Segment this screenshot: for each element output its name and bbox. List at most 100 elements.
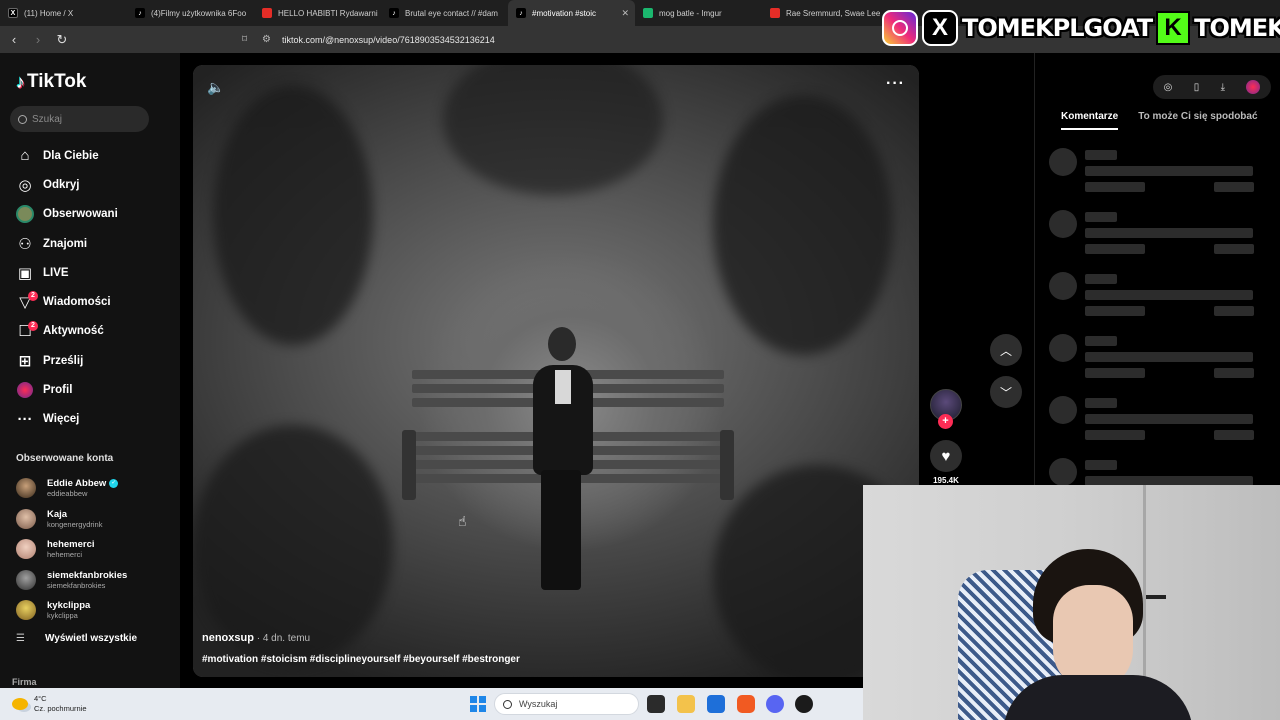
footer-company-link[interactable]: Firma (12, 677, 37, 687)
phone-icon[interactable]: ▯ (1194, 82, 1200, 93)
weather-widget[interactable]: 4°C Cz. pochmurnie (12, 694, 87, 714)
bookmark-icon[interactable]: ⌑ (242, 34, 254, 45)
screen: X (11) Home / X ♪ (4)Filmy użytkownika 6… (0, 0, 1280, 720)
sidebar-item-label: Profil (43, 384, 73, 397)
video-author[interactable]: nenoxsup (202, 632, 254, 644)
download-icon[interactable]: ⤓ (1221, 82, 1225, 93)
brave-browser-icon[interactable] (737, 695, 755, 713)
browser-tab-active[interactable]: ♪ #motivation #stoic ✕ (508, 0, 635, 26)
search-input[interactable]: Szukaj (10, 106, 149, 132)
close-tab-icon[interactable]: ✕ (621, 8, 629, 19)
store-icon[interactable] (707, 695, 725, 713)
file-explorer-icon[interactable] (677, 695, 695, 713)
back-icon[interactable]: ‹ (4, 30, 24, 50)
sidebar-item-label: Obserwowani (43, 208, 118, 221)
account-name: kykclippa (47, 600, 91, 612)
volume-icon[interactable]: 🔈 (207, 79, 224, 96)
following-avatar-icon (14, 204, 36, 224)
list-item[interactable]: Eddie Abbew ✓ eddieabbew (16, 473, 176, 504)
account-handle: eddieabbew (47, 489, 88, 499)
friends-icon: ⚇ (18, 235, 32, 253)
tab-comments[interactable]: Komentarze (1061, 111, 1119, 130)
more-options-icon[interactable]: ··· (886, 75, 905, 93)
avatar[interactable] (1246, 80, 1261, 94)
browser-tab[interactable]: HELLO HABIBTI Rydawarni (254, 0, 381, 26)
search-placeholder: Szukaj (32, 113, 63, 125)
person-shirt (555, 370, 571, 404)
site-info-icon[interactable]: ⚙ (262, 34, 274, 45)
browser-tab[interactable]: ♪ Brutal eye contact // #dam (381, 0, 508, 26)
tab-title: #motivation #stoic (532, 8, 597, 18)
list-item[interactable]: hehemerci hehemerci (16, 534, 176, 565)
list-item[interactable]: Kaja kongenergydrink (16, 504, 176, 535)
compass-icon[interactable]: ◎ (1164, 82, 1173, 93)
taskbar-search-placeholder: Wyszukaj (519, 699, 558, 709)
account-name: Eddie Abbew ✓ (47, 478, 119, 490)
sidebar-item-label: Prześlij (43, 354, 84, 367)
account-name: hehemerci (47, 539, 95, 551)
video-player[interactable]: 🔈 ··· ☝ nenoxsup · 4 dn. temu #motivatio… (193, 65, 919, 677)
sidebar-item-label: Aktywność (43, 325, 104, 338)
following-accounts-title: Obserwowane konta (16, 453, 114, 464)
sidebar-item-for-you[interactable]: ⌂ Dla Ciebie (14, 141, 174, 170)
stream-overlay-banner: X TOMEKPLGOAT K TOMEKPL (882, 8, 1280, 48)
overlay-handle-x: TOMEKPLGOAT (962, 14, 1153, 42)
discord-icon[interactable] (766, 695, 784, 713)
heart-icon[interactable]: ♥ (930, 440, 962, 472)
account-handle: hehemerci (47, 550, 83, 560)
comment-skeleton (1049, 396, 1269, 444)
video-author-line: nenoxsup · 4 dn. temu (202, 632, 310, 644)
browser-tab[interactable]: X (11) Home / X (0, 0, 127, 26)
sidebar-item-profile[interactable]: Profil (14, 375, 174, 404)
overlay-handle-kick: TOMEKPL (1194, 14, 1280, 42)
messages-badge: 2 (28, 291, 38, 302)
tab-title: (4)Filmy użytkownika 6Foo (151, 8, 247, 18)
sidebar-item-live[interactable]: ▣ LIVE (14, 258, 174, 287)
tiktok-logo[interactable]: ♪ TikTok (16, 71, 86, 93)
sidebar-nav: ⌂ Dla Ciebie ◎ Odkryj Obserwowani ⚇ Znaj… (14, 141, 174, 434)
browser-tab[interactable]: mog batle - Imgur (635, 0, 762, 26)
video-hashtags[interactable]: #motivation #stoicism #disciplineyoursel… (202, 654, 520, 665)
account-name-text: Eddie Abbew (47, 478, 107, 490)
reload-icon[interactable]: ↻ (52, 30, 72, 50)
sidebar-item-more[interactable]: ··· Więcej (14, 405, 174, 434)
browser-tab[interactable]: Rae Sremmurd, Swae Lee (762, 0, 889, 26)
imgur-icon (643, 8, 653, 18)
show-all-button[interactable]: ☰ Wyświetl wszystkie (16, 633, 137, 644)
sidebar-item-label: Więcej (43, 413, 80, 426)
sidebar-item-friends[interactable]: ⚇ Znajomi (14, 229, 174, 258)
task-view-icon[interactable] (647, 695, 665, 713)
list-item[interactable]: kykclippa kykclippa (16, 595, 176, 626)
browser-tab[interactable]: ♪ (4)Filmy użytkownika 6Foo (127, 0, 254, 26)
forward-icon[interactable]: › (28, 30, 48, 50)
previous-video-button[interactable]: ︿ (990, 334, 1022, 366)
youtube-icon (262, 8, 272, 18)
avatar (16, 508, 36, 529)
avatar (16, 600, 36, 621)
address-bar[interactable]: ⌑ ⚙ tiktok.com/@nenoxsup/video/761890353… (242, 30, 862, 49)
next-video-button[interactable]: ﹀ (990, 376, 1022, 408)
more-icon: ··· (17, 410, 33, 428)
home-icon: ⌂ (20, 147, 30, 165)
sidebar-item-activity[interactable]: ☐ 2 Aktywność (14, 317, 174, 346)
windows-start-icon[interactable] (470, 696, 486, 712)
door-handle (1146, 595, 1166, 599)
sidebar-item-upload[interactable]: ⊞ Prześlij (14, 346, 174, 375)
steam-icon[interactable] (795, 695, 813, 713)
sidebar-item-label: Odkryj (43, 178, 80, 191)
sidebar-item-messages[interactable]: ▽ 2 Wiadomości (14, 287, 174, 316)
sidebar-item-label: LIVE (43, 266, 69, 279)
sidebar-item-following[interactable]: Obserwowani (14, 200, 174, 229)
weather-cloud-icon (12, 698, 28, 710)
follow-plus-icon[interactable]: + (938, 414, 953, 429)
tiktok-icon: ♪ (389, 8, 399, 18)
instagram-icon (882, 10, 918, 46)
webcam-feed (863, 485, 1280, 720)
crowd-figure (193, 425, 393, 665)
tab-recommended[interactable]: To może Ci się spodobać (1138, 111, 1257, 130)
sidebar-item-explore[interactable]: ◎ Odkryj (14, 170, 174, 199)
list-item[interactable]: siemekfanbrokies siemekfanbrokies (16, 565, 176, 596)
comments-tabs: Komentarze To może Ci się spodobać (1061, 111, 1258, 130)
taskbar-search-input[interactable]: Wyszukaj (494, 693, 639, 715)
following-accounts-list: Eddie Abbew ✓ eddieabbew Kaja kongenergyd… (16, 473, 176, 626)
